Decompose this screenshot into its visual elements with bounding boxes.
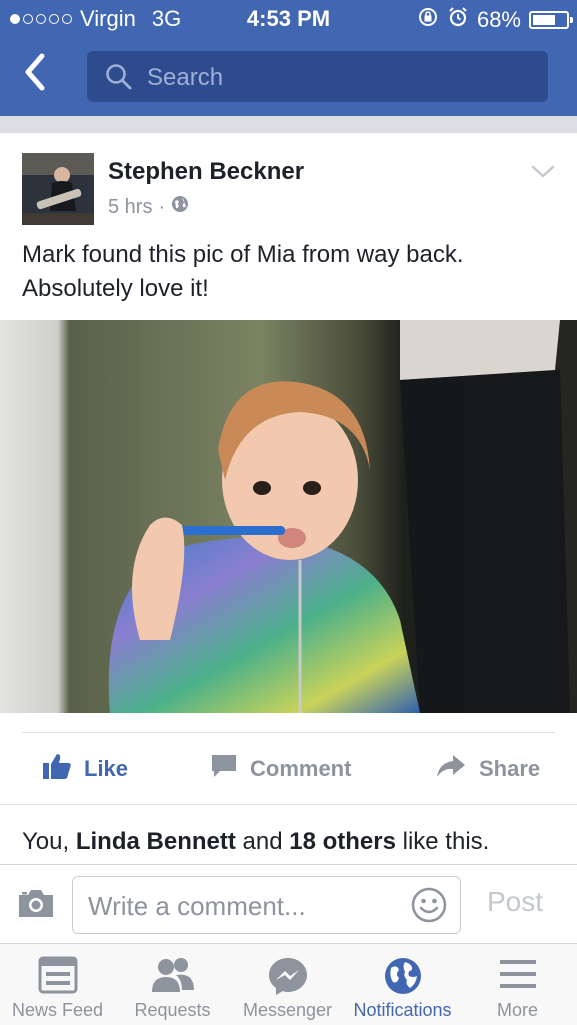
share-label: Share xyxy=(479,756,541,781)
divider xyxy=(0,804,577,805)
public-globe-icon xyxy=(171,195,189,219)
post-meta: 5 hrs · xyxy=(108,195,189,219)
author-name[interactable]: Stephen Beckner xyxy=(108,158,304,186)
post-options-chevron-icon[interactable] xyxy=(530,163,556,186)
likes-summary[interactable]: You, Linda Bennett and 18 others like th… xyxy=(22,828,489,856)
battery-icon xyxy=(529,11,573,29)
alarm-icon xyxy=(447,6,469,34)
globe-icon xyxy=(384,958,421,994)
liker-name[interactable]: Linda Bennett xyxy=(76,828,236,855)
search-bar[interactable] xyxy=(87,51,548,104)
camera-button[interactable] xyxy=(17,887,55,924)
battery-percent: 68% xyxy=(476,7,521,32)
separator-band xyxy=(0,116,577,133)
tab-label: Notifications xyxy=(353,1000,452,1020)
search-input[interactable] xyxy=(145,51,529,104)
like-label: Like xyxy=(84,756,129,781)
like-button[interactable]: Like xyxy=(42,752,128,786)
messenger-icon xyxy=(268,958,307,995)
search-icon xyxy=(105,63,133,96)
post-timestamp[interactable]: 5 hrs xyxy=(108,196,152,219)
menu-icon xyxy=(499,960,536,988)
comment-input[interactable] xyxy=(86,877,400,935)
meta-separator: · xyxy=(158,195,166,218)
likes-others[interactable]: 18 others xyxy=(289,828,396,855)
tab-icon-wrap xyxy=(230,956,345,995)
author-avatar[interactable] xyxy=(22,153,94,225)
tab-icon-wrap xyxy=(460,956,575,994)
tab-label: Messenger xyxy=(242,1000,333,1020)
battery-fill xyxy=(533,15,555,25)
likes-middle: and xyxy=(235,828,290,855)
top-bar: Virgin 3G 4:53 PM 68% xyxy=(0,0,577,116)
tab-requests[interactable]: Requests xyxy=(115,944,230,1025)
comment-bubble-icon xyxy=(210,753,238,785)
comment-input-box[interactable] xyxy=(72,876,461,935)
tab-notifications[interactable]: Notifications xyxy=(345,944,460,1025)
camera-icon xyxy=(19,890,53,917)
composer-divider xyxy=(0,864,577,865)
post-photo[interactable] xyxy=(0,320,577,713)
news-feed-icon xyxy=(38,956,77,994)
post-comment-button[interactable]: Post xyxy=(487,886,543,918)
tab-label: News Feed xyxy=(11,1000,104,1020)
thumbs-up-icon xyxy=(42,752,72,786)
emoji-smiley-icon[interactable] xyxy=(411,887,447,928)
status-bar: Virgin 3G 4:53 PM 68% xyxy=(0,0,577,38)
comment-label: Comment xyxy=(250,756,352,781)
share-button[interactable]: Share xyxy=(435,752,540,786)
back-button[interactable] xyxy=(22,52,62,98)
post-text: Mark found this pic of Mia from way back… xyxy=(22,241,464,302)
tab-label: Requests xyxy=(134,1000,211,1020)
tab-more[interactable]: More xyxy=(460,944,575,1025)
toddler-photo-illustration xyxy=(0,320,577,713)
likes-prefix: You, xyxy=(22,828,76,855)
tab-label: More xyxy=(496,1000,538,1020)
rotation-lock-icon xyxy=(417,6,439,34)
tab-messenger[interactable]: Messenger xyxy=(230,944,345,1025)
tab-icon-wrap xyxy=(0,956,115,994)
requests-icon xyxy=(151,958,194,992)
tab-icon-wrap xyxy=(345,956,460,994)
tab-icon-wrap xyxy=(115,956,230,994)
status-right: 68% xyxy=(417,6,573,34)
likes-suffix: like this. xyxy=(395,828,490,855)
share-arrow-icon xyxy=(435,753,467,785)
tab-bar: News Feed Requests Messenger Notificatio… xyxy=(0,943,577,1025)
comment-button[interactable]: Comment xyxy=(210,752,351,786)
divider xyxy=(22,732,555,733)
tab-news-feed[interactable]: News Feed xyxy=(0,944,115,1025)
